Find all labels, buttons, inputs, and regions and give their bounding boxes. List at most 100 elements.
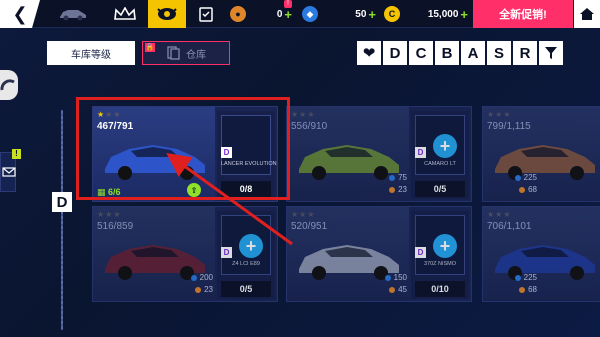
- token-icon: [519, 286, 526, 293]
- top-bar: ❮ ● 0 + ! ◆ 50 + C 15,000 + 全新促销!: [0, 0, 600, 28]
- mail-icon: [2, 167, 16, 177]
- class-filter-r[interactable]: R: [513, 41, 537, 65]
- stat-blue-row: 225: [514, 173, 537, 182]
- home-icon: [580, 8, 594, 20]
- checklist-tab[interactable]: [192, 0, 220, 28]
- blueprint-name: 370Z NISMO: [423, 261, 457, 267]
- blueprint-class-badge: D: [415, 147, 426, 158]
- storage-tab[interactable]: 仓库: [142, 41, 230, 65]
- car-card[interactable]: ★★★ 556/910 75 23 + D CAMARO LT 0/5: [286, 106, 472, 202]
- token-value: 0: [276, 8, 283, 20]
- stat-orange-row: 45: [389, 285, 407, 294]
- class-filter-a[interactable]: A: [461, 41, 485, 65]
- side-notice-tab[interactable]: !: [0, 149, 21, 192]
- stat-blue-row: 200: [190, 273, 213, 282]
- gem-icon: [384, 274, 391, 281]
- gem-icon: ◆: [302, 6, 318, 22]
- blueprint-name: Z4 LCI E89: [232, 261, 260, 267]
- credits-currency[interactable]: C 15,000 +: [384, 4, 468, 24]
- token-icon: [195, 286, 202, 293]
- car-progress: 556/910: [291, 121, 328, 132]
- add-credits-icon[interactable]: +: [460, 7, 468, 22]
- blueprint-panel[interactable]: + D 370Z NISMO 0/10: [411, 211, 469, 299]
- blueprint-name: CAMARO LT: [424, 161, 456, 167]
- stat-orange-row: 23: [389, 185, 407, 194]
- stat-orange-value: 23: [204, 285, 213, 294]
- storage-label: 仓库: [186, 49, 206, 61]
- stat-blue-row: 150: [384, 273, 407, 282]
- car-image: [495, 245, 595, 280]
- side-drawer-tab[interactable]: [0, 70, 18, 100]
- stat-orange-row: 68: [519, 185, 537, 194]
- car-card[interactable]: ★★★ 706/1,101 225 68: [482, 206, 600, 302]
- crown-tab[interactable]: [106, 0, 144, 28]
- gem-icon: [389, 174, 396, 181]
- back-button[interactable]: ❮: [0, 0, 40, 28]
- add-token-icon[interactable]: +: [284, 7, 292, 22]
- stat-blue-value: 200: [199, 273, 213, 282]
- class-section-label: D: [52, 192, 72, 212]
- home-button[interactable]: [574, 0, 600, 28]
- garage-level-tab[interactable]: 车库等级: [47, 41, 135, 65]
- credits-icon: C: [384, 6, 400, 22]
- add-blueprint-icon[interactable]: +: [433, 234, 457, 258]
- funnel-icon: [545, 47, 557, 59]
- stat-orange-row: 23: [195, 285, 213, 294]
- class-filter-s[interactable]: S: [487, 41, 511, 65]
- add-blueprint-icon[interactable]: +: [239, 234, 263, 258]
- token-icon: [389, 186, 396, 193]
- class-filter-d[interactable]: D: [383, 41, 407, 65]
- star-rating: ★★★: [487, 110, 512, 119]
- car-icon: [60, 10, 86, 21]
- cards-icon: [167, 46, 180, 60]
- car-progress: 799/1,115: [487, 121, 531, 132]
- class-filter-c[interactable]: C: [409, 41, 433, 65]
- add-gem-icon[interactable]: +: [368, 7, 376, 22]
- gem-icon: [190, 274, 197, 281]
- credits-value: 15,000: [427, 8, 459, 20]
- token-icon: [389, 286, 396, 293]
- gem-currency[interactable]: ◆ 50 +: [302, 4, 376, 24]
- stat-blue-row: 225: [514, 273, 537, 282]
- token-icon: [519, 186, 526, 193]
- star-rating: ★★★: [291, 110, 316, 119]
- crown-icon: [114, 7, 136, 20]
- car-progress: 520/951: [291, 221, 328, 232]
- gem-value: 50: [355, 8, 367, 20]
- gem-icon: [514, 274, 521, 281]
- garage-tab[interactable]: [148, 0, 186, 28]
- speedometer-icon: [0, 79, 15, 91]
- heart-icon: ❤: [362, 45, 376, 62]
- checklist-icon: [199, 7, 213, 22]
- star-rating: ★★★: [487, 210, 512, 219]
- stat-blue-value: 150: [393, 273, 407, 282]
- car-card[interactable]: ★★★ 799/1,115 225 68: [482, 106, 600, 202]
- blueprint-panel[interactable]: + D CAMARO LT 0/5: [411, 111, 469, 199]
- stat-orange-value: 68: [528, 285, 537, 294]
- stat-blue-value: 75: [398, 173, 407, 182]
- car-progress: 516/859: [97, 221, 134, 232]
- timeline-dots: [61, 110, 63, 330]
- blueprint-count: 0/10: [415, 281, 465, 297]
- eye-badge-icon: [157, 8, 177, 20]
- promo-button[interactable]: 全新促销!: [473, 0, 573, 28]
- stat-blue-row: 75: [389, 173, 407, 182]
- filter-button[interactable]: [539, 41, 563, 65]
- blueprint-count: 0/5: [221, 281, 271, 297]
- stat-orange-value: 68: [528, 185, 537, 194]
- car-progress: 706/1,101: [487, 221, 532, 232]
- blueprint-panel[interactable]: + D Z4 LCI E89 0/5: [217, 211, 275, 299]
- car-card[interactable]: ★★★ 520/951 150 45 + D 370Z NISMO 0/10: [286, 206, 472, 302]
- stat-blue-value: 225: [523, 273, 537, 282]
- car-card[interactable]: ★★★ 516/859 200 23 + D Z4 LCI E89 0/5: [92, 206, 278, 302]
- class-filter-b[interactable]: B: [435, 41, 459, 65]
- blueprint-class-badge: D: [415, 247, 426, 258]
- token-currency[interactable]: ● 0 +: [230, 4, 292, 24]
- add-blueprint-icon[interactable]: +: [433, 134, 457, 158]
- car-tab[interactable]: [50, 0, 96, 28]
- blueprint-count: 0/5: [415, 181, 465, 197]
- car-image: [495, 145, 595, 180]
- favorite-filter-button[interactable]: ❤: [357, 41, 381, 65]
- stat-orange-value: 23: [398, 185, 407, 194]
- notice-badge: !: [12, 149, 21, 159]
